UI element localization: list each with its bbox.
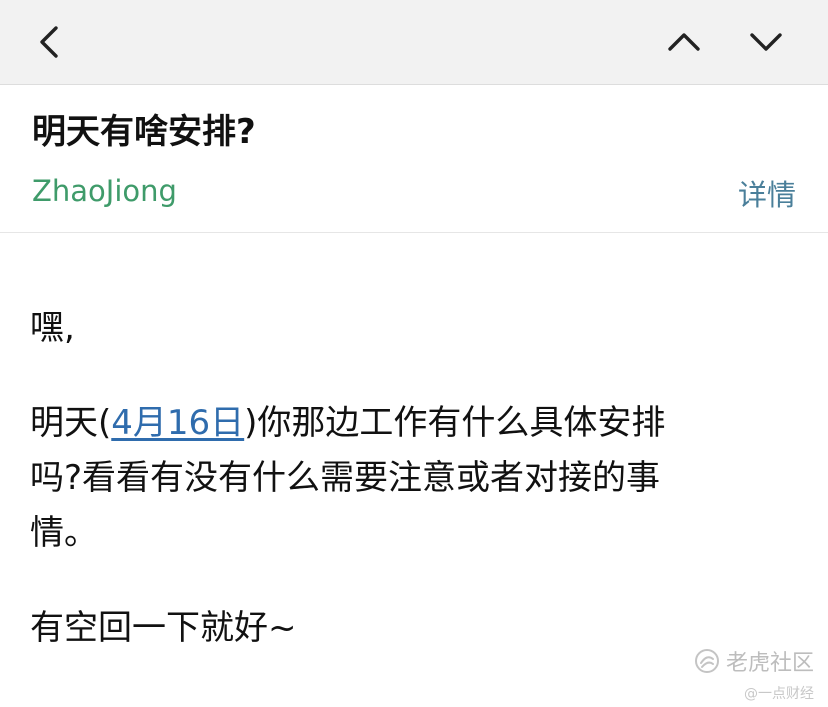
chevron-left-icon[interactable] (28, 20, 72, 64)
watermark: 老虎社区 @一点财经 (694, 645, 814, 703)
tiger-logo-icon (694, 648, 720, 674)
watermark-name: 老虎社区 (725, 651, 814, 676)
details-link[interactable]: 详情 (738, 172, 796, 214)
line-prefix: 明天( (30, 403, 112, 443)
header-divider (0, 232, 828, 233)
email-greeting: 嘿, (30, 308, 75, 348)
email-body-line: 情。 (30, 513, 98, 553)
chevron-down-icon[interactable] (744, 20, 788, 64)
email-signoff: 有空回一下就好~ (30, 608, 297, 648)
line-suffix: )你那边工作有什么具体安排 (244, 403, 666, 443)
date-link[interactable]: 4月16日 (111, 403, 244, 443)
chevron-up-icon[interactable] (662, 20, 706, 64)
watermark-sub: @一点财经 (744, 686, 814, 702)
email-body-line: 吗?看看有没有什么需要注意或者对接的事 (30, 458, 661, 498)
email-subject: 明天有啥安排? (32, 112, 256, 152)
navigation-bar (0, 0, 828, 85)
sender-name[interactable]: ZhaoJiong (32, 174, 177, 208)
email-body-line: 明天(4月16日)你那边工作有什么具体安排 (30, 395, 665, 444)
